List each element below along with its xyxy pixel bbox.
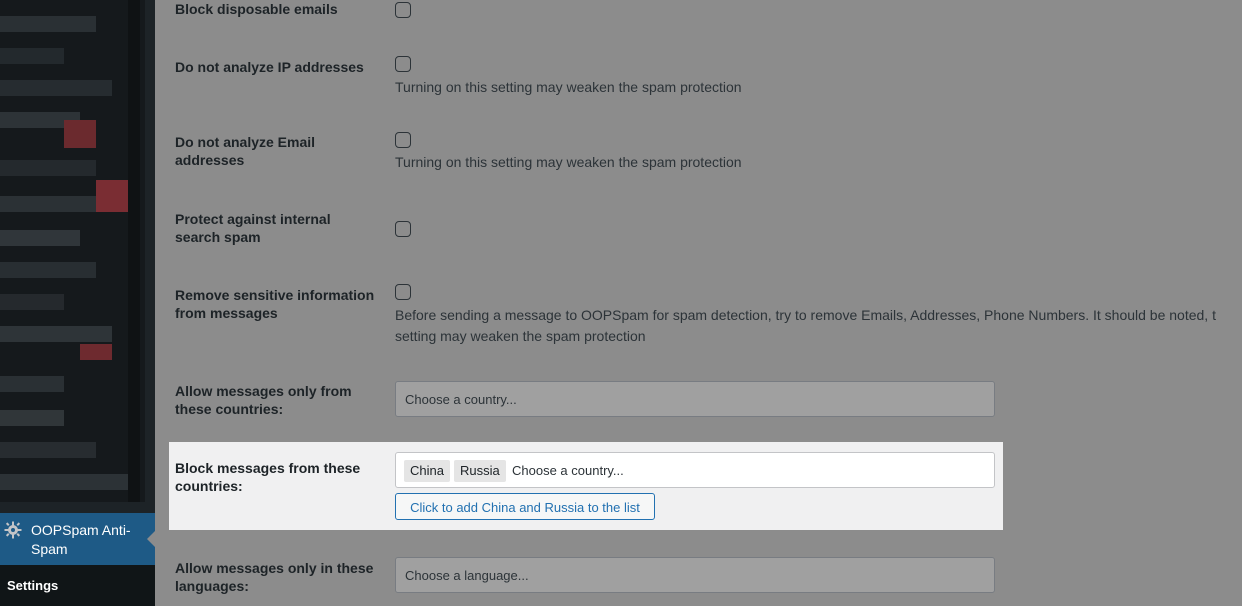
- pixel-block-red: [96, 180, 128, 212]
- no-ip-checkbox[interactable]: [395, 56, 411, 72]
- allow-languages-select[interactable]: Choose a language...: [395, 557, 995, 593]
- pixel-block: [0, 262, 96, 278]
- country-chip-russia[interactable]: Russia: [454, 460, 506, 482]
- block-countries-placeholder: Choose a country...: [512, 463, 624, 478]
- remove-sensitive-description-cont: setting may weaken the spam protection: [395, 328, 646, 344]
- pixelated-menu-area: [0, 0, 145, 502]
- block-disposable-checkbox[interactable]: [395, 2, 411, 18]
- pixelated-scroll-strip: [128, 0, 140, 502]
- pixel-block: [0, 294, 64, 310]
- pixel-block: [0, 474, 128, 490]
- no-email-checkbox[interactable]: [395, 132, 411, 148]
- oopspam-gear-icon: [4, 521, 22, 539]
- block-disposable-label: Block disposable emails: [175, 1, 338, 17]
- menu-item-oopspam[interactable]: OOPSpam Anti-Spam: [0, 513, 155, 565]
- remove-sensitive-label: Remove sensitive information from messag…: [175, 287, 375, 321]
- pixel-block: [0, 80, 112, 96]
- pixel-block-red: [80, 344, 112, 360]
- allow-countries-select[interactable]: Choose a country...: [395, 381, 995, 417]
- allow-languages-label: Allow messages only in these languages:: [175, 560, 374, 594]
- menu-item-label: OOPSpam Anti-Spam: [31, 522, 131, 557]
- settings-content: Block disposable emails Do not analyze I…: [155, 0, 1242, 606]
- allow-languages-placeholder: Choose a language...: [405, 568, 529, 583]
- pixel-block: [0, 376, 64, 392]
- pixel-block: [0, 160, 96, 176]
- no-ip-description: Turning on this setting may weaken the s…: [395, 79, 742, 95]
- add-china-russia-button[interactable]: Click to add China and Russia to the lis…: [395, 493, 655, 520]
- remove-sensitive-checkbox[interactable]: [395, 284, 411, 300]
- no-ip-label: Do not analyze IP addresses: [175, 59, 364, 75]
- allow-countries-label: Allow messages only from these countries…: [175, 383, 352, 417]
- pixel-block: [0, 410, 64, 426]
- country-chip-china[interactable]: China: [404, 460, 450, 482]
- internal-search-label: Protect against internal search spam: [175, 211, 331, 245]
- pixel-block: [0, 230, 80, 246]
- block-countries-label: Block messages from these countries:: [175, 460, 361, 494]
- block-countries-select[interactable]: China Russia Choose a country...: [395, 452, 995, 488]
- block-countries-highlight: Block messages from these countries: Chi…: [169, 442, 1003, 530]
- pixel-block: [0, 326, 112, 342]
- admin-sidebar: OOPSpam Anti-Spam Settings: [0, 0, 155, 606]
- no-email-label: Do not analyze Email addresses: [175, 134, 316, 168]
- active-menu-pointer: [147, 531, 155, 547]
- internal-search-checkbox[interactable]: [395, 221, 411, 237]
- submenu-item-settings[interactable]: Settings: [7, 578, 58, 593]
- remove-sensitive-description: Before sending a message to OOPSpam for …: [395, 307, 1216, 323]
- pixel-block: [0, 48, 64, 64]
- pixel-block: [0, 442, 96, 458]
- pixel-block-red: [64, 120, 96, 148]
- allow-countries-placeholder: Choose a country...: [405, 392, 517, 407]
- no-email-description: Turning on this setting may weaken the s…: [395, 154, 742, 170]
- pixel-block: [0, 16, 96, 32]
- submenu: Settings: [0, 565, 155, 606]
